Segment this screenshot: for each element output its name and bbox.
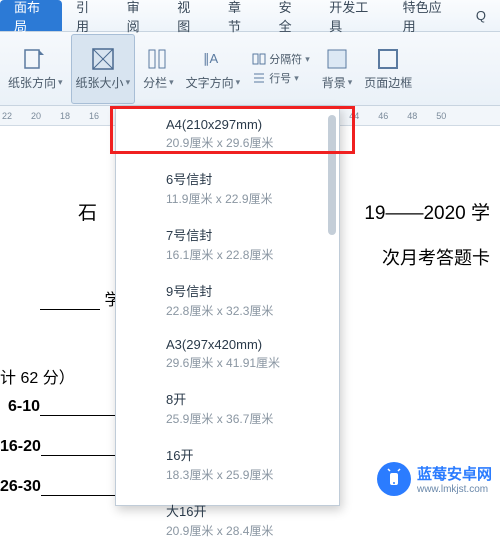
watermark: 蓝莓安卓网 www.lmkjst.com xyxy=(377,462,492,496)
doc-text: 16-20 xyxy=(0,438,121,456)
paper-size-option-a3[interactable]: A3(297x420mm) 29.6厘米 x 41.91厘米 xyxy=(116,327,339,379)
page-orientation-icon xyxy=(22,46,48,72)
paper-size-option-env6[interactable]: 6号信封 11.9厘米 x 22.9厘米 xyxy=(116,159,339,215)
doc-text: 6-10 xyxy=(8,398,120,416)
columns-icon xyxy=(145,46,171,72)
tab-extra[interactable]: Q xyxy=(462,0,500,31)
watermark-name: 蓝莓安卓网 xyxy=(417,463,492,484)
page-border-icon xyxy=(375,46,401,72)
tick: 18 xyxy=(60,111,70,121)
option-sub: 29.6厘米 x 41.91厘米 xyxy=(166,354,323,371)
label: 分栏 xyxy=(143,74,167,91)
label: 纸张大小 xyxy=(76,74,124,91)
paper-size-option-8k[interactable]: 8开 25.9厘米 x 36.7厘米 xyxy=(116,379,339,435)
paper-size-option-big16k[interactable]: 大16开 20.9厘米 x 28.4厘米 xyxy=(116,491,339,547)
line-number-icon xyxy=(252,72,266,84)
doc-text: 19——2020 学 xyxy=(364,198,490,225)
paper-size-option-env9[interactable]: 9号信封 22.8厘米 x 32.3厘米 xyxy=(116,271,339,327)
background-button[interactable]: 背景▾ xyxy=(318,34,357,104)
option-title: 8开 xyxy=(166,389,323,408)
ribbon: 纸张方向▾ 纸张大小▾ 分栏▾ ∥A 文字方向▾ 分隔符▾ 行号▾ 背景 xyxy=(0,32,500,106)
dropdown-scrollbar[interactable] xyxy=(328,115,336,235)
menu-tabs: 面布局 引用 审阅 视图 章节 安全 开发工具 特色应用 Q xyxy=(0,0,500,32)
paper-size-icon xyxy=(90,46,116,72)
page-border-button[interactable]: 页面边框 xyxy=(360,34,416,104)
text-direction-icon: ∥A xyxy=(200,46,226,72)
tick: 50 xyxy=(436,111,446,121)
chevron-down-icon: ▾ xyxy=(169,77,174,88)
label: 文字方向 xyxy=(186,74,234,91)
option-sub: 20.9厘米 x 29.6厘米 xyxy=(166,134,323,151)
option-sub: 20.9厘米 x 28.4厘米 xyxy=(166,522,323,539)
tab-view[interactable]: 视图 xyxy=(163,0,214,31)
chevron-down-icon: ▾ xyxy=(126,77,131,88)
paper-size-dropdown: A4(210x297mm) 20.9厘米 x 29.6厘米 6号信封 11.9厘… xyxy=(115,106,340,506)
line-number-button[interactable]: 行号▾ xyxy=(252,70,310,86)
watermark-url: www.lmkjst.com xyxy=(417,484,492,495)
columns-button[interactable]: 分栏▾ xyxy=(139,34,178,104)
doc-text: 26-30 xyxy=(0,478,121,496)
label: 分隔符 xyxy=(269,51,302,67)
chevron-down-icon: ▾ xyxy=(305,54,310,65)
tick: 22 xyxy=(2,111,12,121)
option-title: 6号信封 xyxy=(166,169,323,188)
paper-size-option-env7[interactable]: 7号信封 16.1厘米 x 22.8厘米 xyxy=(116,215,339,271)
mini-group: 分隔符▾ 行号▾ xyxy=(248,47,314,90)
tab-feature[interactable]: 特色应用 xyxy=(389,0,462,31)
tick: 48 xyxy=(407,111,417,121)
chevron-down-icon: ▾ xyxy=(294,73,299,84)
label: 背景 xyxy=(322,74,346,91)
watermark-logo-icon xyxy=(377,462,411,496)
svg-text:∥A: ∥A xyxy=(203,51,219,66)
option-title: 16开 xyxy=(166,445,323,464)
tab-page-layout[interactable]: 面布局 xyxy=(0,0,62,31)
page-orientation-button[interactable]: 纸张方向▾ xyxy=(4,34,67,104)
tab-security[interactable]: 安全 xyxy=(265,0,316,31)
tab-reference[interactable]: 引用 xyxy=(62,0,113,31)
option-title: 9号信封 xyxy=(166,281,323,300)
option-title: 7号信封 xyxy=(166,225,323,244)
tab-review[interactable]: 审阅 xyxy=(113,0,164,31)
option-sub: 16.1厘米 x 22.8厘米 xyxy=(166,246,323,263)
label: 纸张方向 xyxy=(8,74,56,91)
background-icon xyxy=(324,46,350,72)
option-sub: 22.8厘米 x 32.3厘米 xyxy=(166,302,323,319)
tick: 44 xyxy=(349,111,359,121)
tab-develop[interactable]: 开发工具 xyxy=(315,0,388,31)
paper-size-option-a4[interactable]: A4(210x297mm) 20.9厘米 x 29.6厘米 xyxy=(116,107,339,159)
separator-icon xyxy=(252,53,266,65)
chevron-down-icon: ▾ xyxy=(58,77,63,88)
chevron-down-icon: ▾ xyxy=(348,77,353,88)
option-title: 大16开 xyxy=(166,501,323,520)
option-sub: 18.3厘米 x 25.9厘米 xyxy=(166,466,323,483)
doc-text: 石 xyxy=(78,198,97,225)
option-sub: 25.9厘米 x 36.7厘米 xyxy=(166,410,323,427)
label: 行号 xyxy=(269,70,291,86)
tick: 46 xyxy=(378,111,388,121)
tick: 16 xyxy=(89,111,99,121)
label: 页面边框 xyxy=(364,74,412,91)
text-direction-button[interactable]: ∥A 文字方向▾ xyxy=(182,34,245,104)
tick: 20 xyxy=(31,111,41,121)
paper-size-button[interactable]: 纸张大小▾ xyxy=(71,34,136,104)
option-title: A4(210x297mm) xyxy=(166,117,323,132)
doc-text: 次月考答题卡 xyxy=(382,244,490,270)
doc-text: 计 62 分） xyxy=(0,364,75,388)
paper-size-option-16k[interactable]: 16开 18.3厘米 x 25.9厘米 xyxy=(116,435,339,491)
tab-chapter[interactable]: 章节 xyxy=(214,0,265,31)
option-title: A3(297x420mm) xyxy=(166,337,323,352)
chevron-down-icon: ▾ xyxy=(236,77,241,88)
option-sub: 11.9厘米 x 22.9厘米 xyxy=(166,190,323,207)
separator-button[interactable]: 分隔符▾ xyxy=(252,51,310,67)
